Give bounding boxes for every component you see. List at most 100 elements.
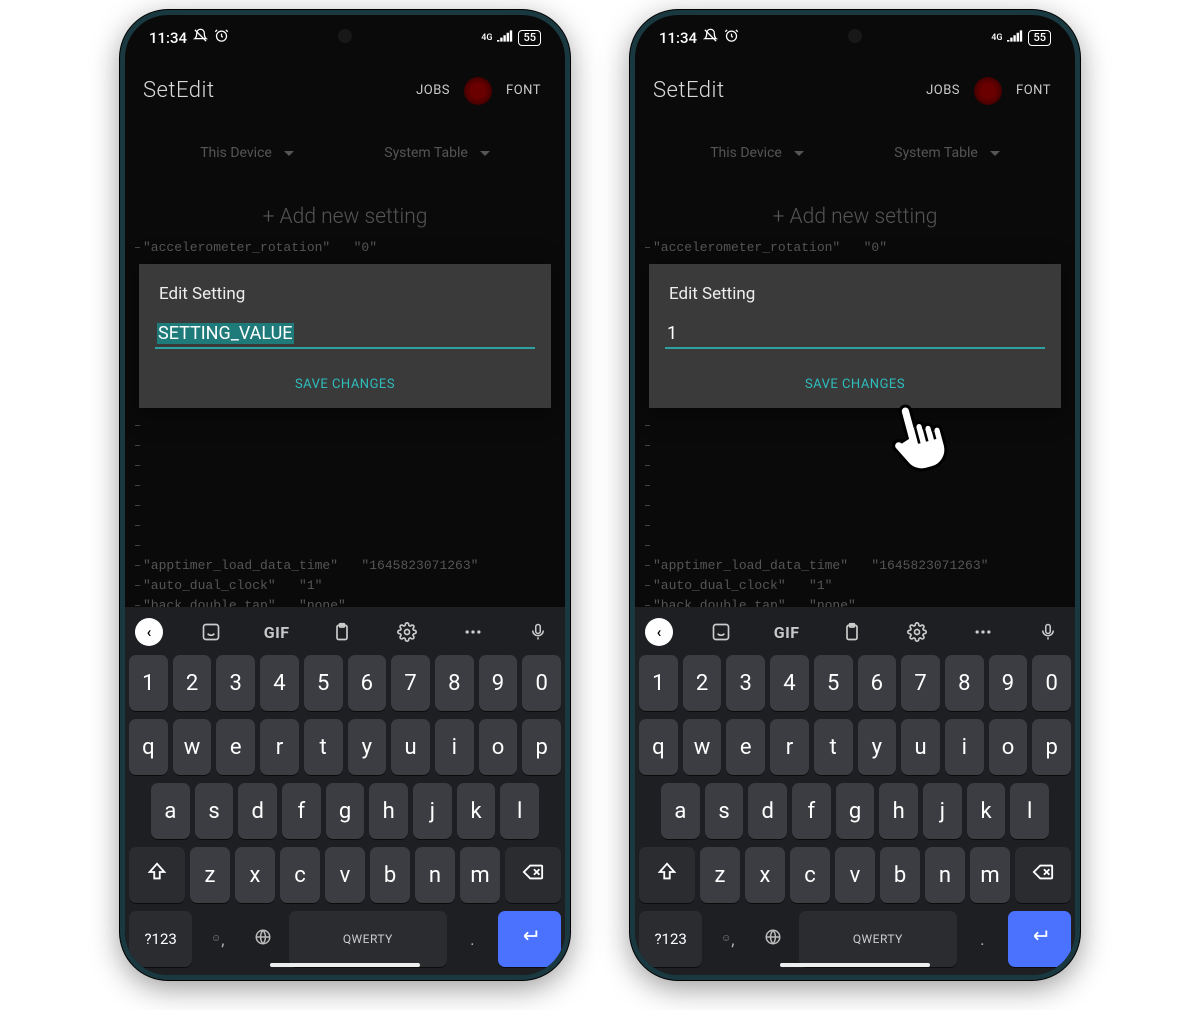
key-1[interactable]: 1 (129, 655, 168, 711)
gear-icon[interactable] (900, 617, 934, 647)
setting-value-input[interactable]: 1 (665, 320, 1045, 349)
key-x[interactable]: x (745, 847, 785, 903)
key-s[interactable]: s (195, 783, 234, 839)
settings-row[interactable] (135, 476, 555, 496)
key-6[interactable]: 6 (858, 655, 897, 711)
key-u[interactable]: u (391, 719, 430, 775)
settings-row[interactable]: "apptimer_load_data_time" "1645823071263… (135, 556, 555, 576)
sticker-icon[interactable] (704, 617, 738, 647)
add-new-setting[interactable]: + Add new setting (125, 205, 565, 229)
settings-cog-icon[interactable] (974, 77, 1002, 105)
key-p[interactable]: p (522, 719, 561, 775)
settings-row[interactable] (645, 416, 1065, 436)
settings-row[interactable] (135, 496, 555, 516)
enter-key[interactable] (498, 911, 561, 967)
table-dropdown[interactable]: System Table (894, 145, 1000, 161)
shift-key[interactable] (639, 847, 695, 903)
settings-cog-icon[interactable] (464, 77, 492, 105)
key-a[interactable]: a (151, 783, 190, 839)
key-3[interactable]: 3 (216, 655, 255, 711)
jobs-button[interactable]: JOBS (920, 79, 966, 102)
key-n[interactable]: n (415, 847, 455, 903)
key-c[interactable]: c (790, 847, 830, 903)
comma-key[interactable]: ☺, (197, 911, 238, 967)
key-e[interactable]: e (216, 719, 255, 775)
font-button[interactable]: FONT (500, 79, 547, 102)
device-dropdown[interactable]: This Device (710, 145, 804, 161)
more-icon[interactable] (966, 617, 1000, 647)
gear-icon[interactable] (390, 617, 424, 647)
settings-row[interactable] (645, 456, 1065, 476)
key-c[interactable]: c (280, 847, 320, 903)
key-a[interactable]: a (661, 783, 700, 839)
key-8[interactable]: 8 (945, 655, 984, 711)
key-4[interactable]: 4 (260, 655, 299, 711)
key-2[interactable]: 2 (683, 655, 722, 711)
settings-row[interactable] (645, 516, 1065, 536)
jobs-button[interactable]: JOBS (410, 79, 456, 102)
key-r[interactable]: r (770, 719, 809, 775)
key-i[interactable]: i (945, 719, 984, 775)
key-v[interactable]: v (835, 847, 875, 903)
device-dropdown[interactable]: This Device (200, 145, 294, 161)
keyboard-back-button[interactable]: ‹ (645, 618, 673, 646)
key-8[interactable]: 8 (435, 655, 474, 711)
enter-key[interactable] (1008, 911, 1071, 967)
key-s[interactable]: s (705, 783, 744, 839)
key-0[interactable]: 0 (1032, 655, 1071, 711)
home-indicator[interactable] (780, 963, 930, 967)
settings-row[interactable] (645, 476, 1065, 496)
key-9[interactable]: 9 (479, 655, 518, 711)
more-icon[interactable] (456, 617, 490, 647)
key-7[interactable]: 7 (901, 655, 940, 711)
key-9[interactable]: 9 (989, 655, 1028, 711)
language-key[interactable] (243, 911, 284, 967)
settings-row[interactable] (135, 536, 555, 556)
key-d[interactable]: d (238, 783, 277, 839)
key-2[interactable]: 2 (173, 655, 212, 711)
shift-key[interactable] (129, 847, 185, 903)
key-7[interactable]: 7 (391, 655, 430, 711)
settings-row[interactable]: "accelerometer_rotation" "0" (645, 238, 1065, 258)
home-indicator[interactable] (270, 963, 420, 967)
key-k[interactable]: k (457, 783, 496, 839)
font-button[interactable]: FONT (1010, 79, 1057, 102)
key-v[interactable]: v (325, 847, 365, 903)
clipboard-icon[interactable] (835, 617, 869, 647)
gif-button[interactable]: GIF (770, 617, 804, 647)
gif-button[interactable]: GIF (260, 617, 294, 647)
key-z[interactable]: z (190, 847, 230, 903)
mic-icon[interactable] (521, 617, 555, 647)
language-key[interactable] (753, 911, 794, 967)
key-n[interactable]: n (925, 847, 965, 903)
key-i[interactable]: i (435, 719, 474, 775)
settings-row[interactable] (645, 536, 1065, 556)
symbols-key[interactable]: ?123 (639, 911, 702, 967)
key-f[interactable]: f (282, 783, 321, 839)
key-1[interactable]: 1 (639, 655, 678, 711)
key-d[interactable]: d (748, 783, 787, 839)
space-key[interactable]: QWERTY (799, 911, 957, 967)
key-w[interactable]: w (173, 719, 212, 775)
key-p[interactable]: p (1032, 719, 1071, 775)
key-y[interactable]: y (858, 719, 897, 775)
key-q[interactable]: q (129, 719, 168, 775)
key-0[interactable]: 0 (522, 655, 561, 711)
key-u[interactable]: u (901, 719, 940, 775)
key-o[interactable]: o (989, 719, 1028, 775)
key-b[interactable]: b (370, 847, 410, 903)
settings-row[interactable] (135, 436, 555, 456)
key-4[interactable]: 4 (770, 655, 809, 711)
save-changes-button[interactable]: SAVE CHANGES (665, 377, 1045, 392)
key-f[interactable]: f (792, 783, 831, 839)
settings-row[interactable]: "apptimer_load_data_time" "1645823071263… (645, 556, 1065, 576)
key-l[interactable]: l (1010, 783, 1049, 839)
settings-row[interactable] (135, 516, 555, 536)
symbols-key[interactable]: ?123 (129, 911, 192, 967)
key-z[interactable]: z (700, 847, 740, 903)
key-h[interactable]: h (879, 783, 918, 839)
key-3[interactable]: 3 (726, 655, 765, 711)
keyboard-back-button[interactable]: ‹ (135, 618, 163, 646)
table-dropdown[interactable]: System Table (384, 145, 490, 161)
key-l[interactable]: l (500, 783, 539, 839)
